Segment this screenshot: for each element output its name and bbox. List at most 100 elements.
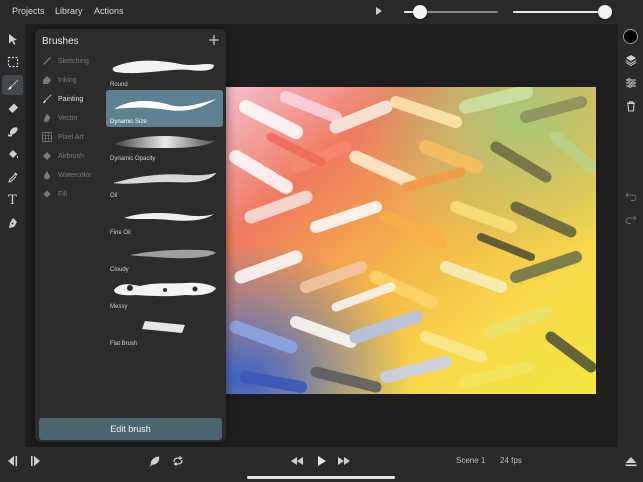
onion-skin-button[interactable] bbox=[147, 454, 163, 468]
brush-icon bbox=[7, 80, 18, 90]
pen-tool[interactable] bbox=[2, 213, 23, 233]
pixel-grid-icon bbox=[42, 132, 52, 142]
fill-tool[interactable] bbox=[2, 144, 23, 164]
pencil-icon bbox=[43, 57, 51, 65]
brush-round[interactable]: Round bbox=[106, 53, 223, 90]
previous-frame-button[interactable] bbox=[4, 454, 20, 468]
add-brush-icon[interactable] bbox=[207, 33, 221, 47]
loop-icon bbox=[173, 456, 183, 466]
category-label: Watercolor bbox=[58, 171, 92, 179]
brush-size-slider-knob[interactable] bbox=[412, 5, 427, 19]
text-tool[interactable]: T bbox=[2, 190, 23, 210]
category-watercolor[interactable]: Watercolor bbox=[42, 167, 92, 183]
brush-stroke-preview bbox=[114, 282, 216, 297]
brush-dynamic-size[interactable]: Dynamic Size bbox=[106, 90, 223, 127]
brush-stroke-preview bbox=[124, 213, 214, 221]
projects-menu[interactable]: Projects bbox=[12, 6, 45, 16]
ink-pen-icon bbox=[43, 76, 51, 84]
category-painting[interactable]: Painting bbox=[42, 91, 83, 107]
brush-dynamic-opacity[interactable]: Dynamic Opacity bbox=[106, 127, 223, 164]
opacity-slider-knob[interactable] bbox=[598, 5, 613, 19]
brush-label: Flat Brush bbox=[110, 341, 138, 347]
fast-forward-button[interactable] bbox=[336, 454, 352, 468]
canvas-artwork[interactable] bbox=[226, 87, 596, 394]
app-window: Projects Library Actions T Brushes Sketc… bbox=[0, 0, 643, 482]
category-fill[interactable]: Fill bbox=[42, 186, 67, 202]
actions-menu[interactable]: Actions bbox=[94, 6, 124, 16]
timeline-toggle-button[interactable] bbox=[623, 454, 639, 468]
play-icon bbox=[318, 456, 326, 466]
brush-label: Dynamic Size bbox=[110, 119, 147, 125]
library-menu[interactable]: Library bbox=[55, 6, 83, 16]
brush-stroke-preview bbox=[113, 172, 217, 184]
bottom-timeline-bar: Scene 1 24 fps bbox=[0, 447, 643, 482]
redo-button[interactable] bbox=[622, 210, 639, 227]
brush-oil[interactable]: Oil bbox=[106, 164, 223, 201]
rewind-button[interactable] bbox=[289, 454, 305, 468]
rewind-icon bbox=[291, 457, 303, 465]
eraser-tool[interactable] bbox=[2, 98, 23, 118]
loop-button[interactable] bbox=[170, 454, 186, 468]
brush-label: Dynamic Opacity bbox=[110, 156, 156, 162]
brush-fine-oil[interactable]: Fine Oil bbox=[106, 201, 223, 238]
select-tool[interactable] bbox=[2, 29, 23, 49]
category-inking[interactable]: Inking bbox=[42, 72, 77, 88]
painting-image bbox=[226, 87, 596, 394]
adjustments-button[interactable] bbox=[622, 74, 639, 91]
brush-stroke-preview bbox=[112, 60, 214, 74]
water-drop-icon bbox=[44, 171, 50, 180]
brush-stroke-preview bbox=[130, 249, 216, 259]
play-button[interactable] bbox=[313, 454, 329, 468]
scene-label[interactable]: Scene 1 bbox=[456, 456, 485, 465]
brush-stroke-preview bbox=[114, 99, 216, 111]
color-picker-swatch[interactable] bbox=[623, 29, 638, 44]
category-pixel-art[interactable]: Pixel Art bbox=[42, 129, 84, 145]
category-label: Vector bbox=[58, 114, 78, 122]
category-label: Sketching bbox=[58, 57, 89, 65]
brush-label: Oil bbox=[110, 193, 118, 199]
left-toolbar: T bbox=[0, 24, 25, 447]
eject-icon bbox=[625, 457, 637, 467]
eyedropper-tool[interactable] bbox=[2, 167, 23, 187]
pen-tool-icon bbox=[8, 218, 17, 228]
fps-label[interactable]: 24 fps bbox=[500, 456, 522, 465]
fill-bucket-icon bbox=[43, 190, 51, 198]
play-icon[interactable] bbox=[375, 6, 383, 16]
edit-brush-button[interactable]: Edit brush bbox=[39, 418, 222, 440]
category-label: Painting bbox=[58, 95, 84, 103]
next-frame-button[interactable] bbox=[28, 454, 44, 468]
brush-messy[interactable]: Messy bbox=[106, 275, 223, 312]
text-tool-icon: T bbox=[8, 192, 17, 208]
marquee-tool[interactable] bbox=[2, 52, 23, 72]
brush-size-slider[interactable] bbox=[404, 5, 498, 19]
layers-button[interactable] bbox=[622, 51, 639, 68]
vector-pen-icon bbox=[44, 114, 51, 122]
opacity-slider[interactable] bbox=[513, 5, 613, 19]
undo-button[interactable] bbox=[622, 187, 639, 204]
brush-stroke-preview bbox=[142, 321, 185, 333]
category-vector[interactable]: Vector bbox=[42, 110, 78, 126]
delete-button[interactable] bbox=[622, 97, 639, 114]
category-airbrush[interactable]: Airbrush bbox=[42, 148, 84, 164]
brush-flat[interactable]: Flat Brush bbox=[106, 312, 223, 349]
smudge-icon bbox=[7, 127, 18, 137]
layers-icon bbox=[625, 54, 636, 66]
onion-skin-icon bbox=[149, 456, 160, 467]
brush-label: Fine Oil bbox=[110, 230, 131, 236]
category-sketching[interactable]: Sketching bbox=[42, 53, 89, 69]
brush-stroke-preview bbox=[114, 136, 216, 148]
brush-label: Messy bbox=[110, 304, 128, 310]
top-bar: Projects Library Actions bbox=[0, 0, 643, 24]
home-indicator bbox=[247, 476, 395, 479]
undo-icon bbox=[624, 192, 637, 201]
paintbrush-icon bbox=[42, 94, 52, 104]
brush-tool[interactable] bbox=[2, 75, 23, 95]
right-toolbar bbox=[618, 24, 643, 447]
trash-icon bbox=[626, 100, 635, 111]
category-label: Airbrush bbox=[58, 152, 85, 160]
smudge-tool[interactable] bbox=[2, 121, 23, 141]
marquee-selection-icon bbox=[7, 56, 18, 68]
step-forward-icon bbox=[31, 456, 40, 466]
brush-cloudy[interactable]: Cloudy bbox=[106, 238, 223, 275]
fast-forward-icon bbox=[338, 457, 350, 465]
